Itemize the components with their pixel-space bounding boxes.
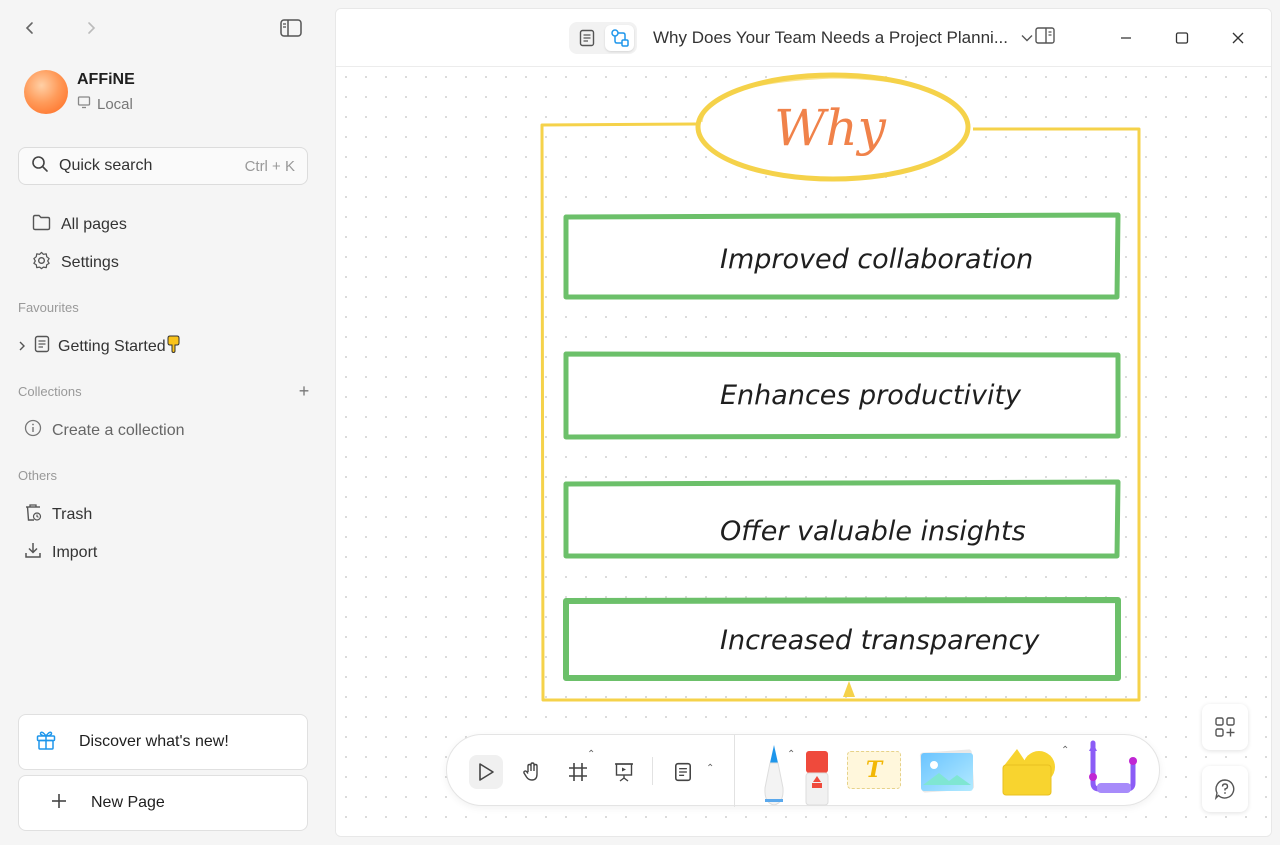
frame-caret-icon[interactable]: ⌃ [587, 749, 595, 760]
item-text-2: Enhances productivity [720, 380, 1022, 411]
discover-label: Discover what's new! [79, 733, 229, 750]
sidebar-item-getting-started[interactable]: Getting Started [18, 335, 182, 358]
connector-arrow [843, 681, 855, 697]
search-label: Quick search [59, 157, 153, 174]
search-icon [31, 155, 49, 178]
add-collection-button[interactable]: + [296, 382, 312, 400]
item-text-1: Improved collaboration [720, 244, 1033, 275]
workspace-avatar [24, 70, 68, 114]
toolbar-divider [652, 757, 653, 785]
computer-icon [77, 95, 91, 113]
new-page-label: New Page [91, 794, 165, 811]
shape-tool-button[interactable] [999, 743, 1061, 804]
item-box-3[interactable]: Offer valuable insights [563, 479, 1121, 559]
edgeless-canvas[interactable]: Why Improved collaboration Enhances prod… [336, 67, 1271, 836]
collections-heading: Collections [18, 384, 82, 399]
chevron-right-icon[interactable] [18, 338, 26, 356]
discover-whats-new-button[interactable]: Discover what's new! [18, 714, 308, 770]
new-page-button[interactable]: New Page [18, 775, 308, 831]
sidebar-item-label: Getting Started [58, 337, 166, 355]
item-box-4[interactable]: Increased transparency [563, 597, 1121, 681]
others-heading: Others [18, 468, 58, 483]
gear-icon [32, 251, 51, 275]
workspace-storage: Local [97, 95, 133, 113]
plus-icon [51, 793, 67, 814]
forward-arrow-icon[interactable] [79, 16, 103, 40]
maximize-icon[interactable] [1171, 27, 1193, 49]
eraser-tool-button[interactable] [803, 749, 831, 812]
sidebar-item-label: All pages [61, 216, 127, 233]
side-panel-icon[interactable] [1034, 25, 1056, 47]
create-collection-label: Create a collection [52, 421, 185, 439]
gift-icon [35, 729, 57, 756]
note-caret-icon[interactable]: ⌃ [706, 763, 714, 774]
sidebar-toggle-icon[interactable] [279, 16, 303, 40]
pointing-hand-icon [166, 335, 182, 358]
favourites-heading: Favourites [18, 300, 79, 315]
note-tool-button[interactable] [666, 755, 700, 789]
heading-text: Why [774, 99, 887, 157]
item-text-3: Offer valuable insights [720, 516, 1026, 547]
workspace-card[interactable]: AFFiNE Local [24, 70, 135, 114]
quick-search-button[interactable]: Quick search Ctrl + K [18, 147, 308, 185]
item-text-4: Increased transparency [720, 625, 1040, 656]
page-mode-button[interactable] [572, 25, 601, 51]
close-icon[interactable] [1227, 27, 1249, 49]
top-bar: Why Does Your Team Needs a Project Plann… [336, 9, 1271, 67]
info-icon [24, 419, 42, 442]
create-collection-button[interactable]: Create a collection [24, 419, 185, 442]
folder-icon [32, 214, 51, 236]
edgeless-mode-button[interactable] [605, 25, 634, 51]
workspace-name: AFFiNE [77, 71, 135, 88]
sidebar-item-import[interactable]: Import [24, 541, 97, 564]
document-title[interactable]: Why Does Your Team Needs a Project Plann… [653, 28, 1008, 48]
text-tool-button[interactable]: T [847, 751, 901, 789]
sidebar-item-settings[interactable]: Settings [32, 251, 119, 275]
add-widget-button[interactable] [1202, 704, 1248, 750]
back-arrow-icon[interactable] [18, 16, 42, 40]
main-area: Why Does Your Team Needs a Project Plann… [335, 8, 1272, 837]
download-icon [24, 541, 42, 564]
minimize-icon[interactable] [1115, 27, 1137, 49]
sidebar: AFFiNE Local Quick search Ctrl + K All p… [0, 0, 334, 845]
presentation-tool-button[interactable] [607, 755, 641, 789]
page-icon [34, 335, 50, 358]
connector-tool-button[interactable] [1083, 739, 1143, 804]
item-box-2[interactable]: Enhances productivity [563, 351, 1121, 440]
toolbar-divider [734, 735, 735, 807]
select-tool-button[interactable] [469, 755, 503, 789]
pen-tool-button[interactable] [759, 743, 789, 812]
mode-switch [569, 22, 637, 54]
board-drawing: Why Improved collaboration Enhances prod… [540, 72, 1141, 702]
edgeless-toolbar: ⌃ ⌃ ⌃ T ⌃ [446, 734, 1160, 807]
sidebar-item-trash[interactable]: Trash [24, 503, 92, 527]
hand-tool-button[interactable] [515, 755, 549, 789]
trash-icon [24, 503, 42, 527]
help-button[interactable] [1202, 766, 1248, 812]
shape-caret-icon[interactable]: ⌃ [1061, 745, 1069, 756]
search-shortcut: Ctrl + K [244, 157, 295, 175]
item-box-1[interactable]: Improved collaboration [563, 212, 1121, 300]
sidebar-item-label: Import [52, 543, 98, 561]
sidebar-item-label: Trash [52, 506, 93, 523]
frame-tool-button[interactable] [561, 755, 595, 789]
image-tool-button[interactable] [917, 745, 977, 804]
text-tool-glyph: T [865, 757, 883, 783]
sidebar-item-all-pages[interactable]: All pages [32, 214, 127, 236]
pen-caret-icon[interactable]: ⌃ [787, 749, 795, 760]
sidebar-item-label: Settings [61, 254, 119, 271]
